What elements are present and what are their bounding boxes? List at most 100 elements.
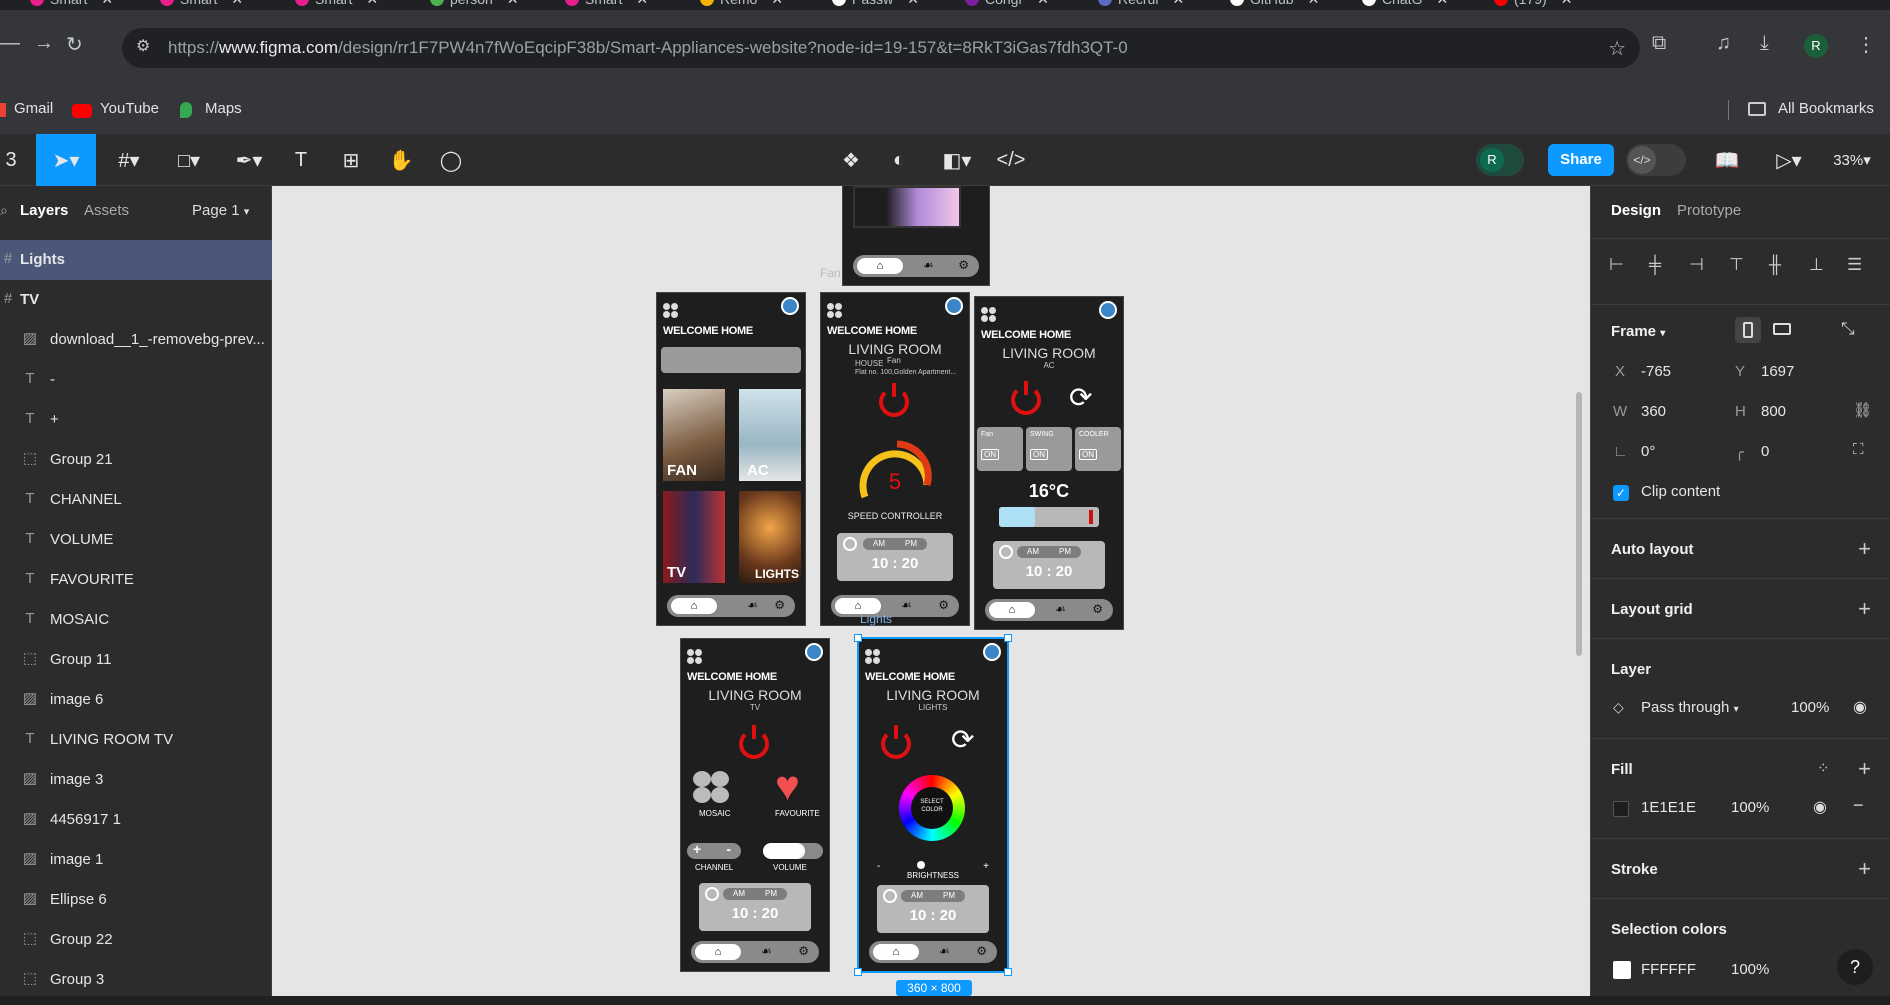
layer-row[interactable]: # TV bbox=[0, 280, 272, 320]
back-icon[interactable]: — bbox=[0, 32, 20, 55]
ampm-toggle[interactable]: AM PM bbox=[723, 888, 787, 900]
selection-color-opacity[interactable]: 100% bbox=[1731, 961, 1769, 978]
frame-tool[interactable]: #▾ bbox=[104, 134, 154, 186]
home-icon[interactable]: ⌂ bbox=[873, 944, 919, 960]
heart-icon[interactable]: ♥ bbox=[775, 765, 800, 807]
frame-label-fan[interactable]: Fan bbox=[820, 266, 841, 280]
browser-tab[interactable]: person ✕ bbox=[430, 0, 519, 10]
style-grid-icon[interactable]: ⁘ bbox=[1817, 759, 1830, 777]
site-settings-icon[interactable]: ⚙ bbox=[136, 36, 150, 56]
tile-lights[interactable]: LIGHTS bbox=[739, 491, 801, 583]
add-layout-grid-icon[interactable]: + bbox=[1858, 598, 1871, 620]
layer-row[interactable]: ▨ image 3 bbox=[0, 760, 272, 800]
ampm-toggle[interactable]: AM PM bbox=[863, 538, 927, 550]
extensions-icon[interactable]: ⧉ bbox=[1652, 32, 1666, 55]
frame-tv[interactable]: WELCOME HOME LIVING ROOM TV MOSAIC ♥ FAV… bbox=[680, 638, 830, 972]
refresh-icon[interactable]: ⟳ bbox=[951, 723, 974, 756]
avatar[interactable] bbox=[805, 643, 823, 661]
browser-tab[interactable]: Smart ✕ bbox=[565, 0, 648, 10]
rotation-input[interactable]: 0° bbox=[1641, 443, 1655, 460]
comment-tool[interactable]: ◯ bbox=[434, 134, 468, 186]
frame-label-lights[interactable]: Lights bbox=[860, 612, 892, 626]
align-left-icon[interactable]: ⊢ bbox=[1609, 255, 1624, 275]
browser-tab[interactable]: ChatG ✕ bbox=[1362, 0, 1448, 10]
reload-icon[interactable]: ↻ bbox=[66, 32, 83, 57]
selection-color-swatch[interactable] bbox=[1613, 961, 1631, 979]
add-stroke-icon[interactable]: + bbox=[1858, 858, 1871, 880]
close-tab-icon[interactable]: ✕ bbox=[636, 0, 648, 7]
align-right-icon[interactable]: ⊣ bbox=[1689, 255, 1704, 275]
bookmark-youtube[interactable]: YouTube bbox=[100, 100, 159, 117]
text-tool[interactable]: T bbox=[284, 134, 318, 186]
add-fill-icon[interactable]: + bbox=[1858, 758, 1871, 780]
ac-mode-tile[interactable]: Fan ON bbox=[977, 427, 1023, 471]
browser-tab[interactable]: Recrui ✕ bbox=[1098, 0, 1184, 10]
close-tab-icon[interactable]: ✕ bbox=[907, 0, 919, 7]
layer-row[interactable]: # Lights bbox=[0, 240, 272, 280]
menu-icon[interactable]: ⋮ bbox=[1856, 32, 1876, 57]
browser-tab[interactable]: Congr ✕ bbox=[965, 0, 1049, 10]
power-icon[interactable] bbox=[1011, 381, 1041, 415]
layer-row[interactable]: T + bbox=[0, 400, 272, 440]
timer-box[interactable]: AM PM 10 : 20 bbox=[993, 541, 1105, 589]
add-auto-layout-icon[interactable]: + bbox=[1858, 538, 1871, 560]
color-wheel[interactable]: SELECT COLOR bbox=[899, 775, 965, 841]
layer-row[interactable]: ▨ 4456917 1 bbox=[0, 800, 272, 840]
layer-row[interactable]: T LIVING ROOM TV bbox=[0, 720, 272, 760]
selection-color-hex[interactable]: FFFFFF bbox=[1641, 961, 1696, 978]
shape-tool[interactable]: □▾ bbox=[164, 134, 214, 186]
settings-icon[interactable]: ⚙ bbox=[798, 944, 809, 958]
close-tab-icon[interactable]: ✕ bbox=[1561, 0, 1573, 7]
browser-tab[interactable]: Smart ✕ bbox=[30, 0, 113, 10]
channel-plus[interactable]: + bbox=[693, 841, 701, 857]
layer-row[interactable]: ⬚ Group 21 bbox=[0, 440, 272, 480]
forward-icon[interactable]: → bbox=[34, 32, 54, 55]
profile-avatar[interactable]: R bbox=[1804, 34, 1828, 58]
zoom-menu[interactable]: 33% ▾ bbox=[1824, 134, 1880, 186]
settings-icon[interactable]: ⚙ bbox=[958, 258, 969, 272]
independent-corners-icon[interactable]: ⛶ bbox=[1853, 441, 1864, 458]
devices-icon[interactable]: ☙ bbox=[761, 944, 772, 958]
library-button[interactable]: 📖 bbox=[1710, 134, 1744, 186]
bookmark-star-icon[interactable]: ☆ bbox=[1608, 36, 1626, 61]
menu-grid-icon[interactable] bbox=[981, 307, 997, 323]
ac-mode-tile[interactable]: SWING ON bbox=[1026, 427, 1072, 471]
layer-row[interactable]: ▨ image 1 bbox=[0, 840, 272, 880]
layer-row[interactable]: ⬚ Group 22 bbox=[0, 920, 272, 960]
close-tab-icon[interactable]: ✕ bbox=[1172, 0, 1184, 7]
menu-grid-icon[interactable] bbox=[865, 649, 881, 665]
move-tool[interactable]: ➤▾ bbox=[36, 134, 96, 186]
distribute-icon[interactable]: ☰ bbox=[1847, 255, 1862, 275]
layer-row[interactable]: ▨ download__1_-removebg-prev... bbox=[0, 320, 272, 360]
fill-hex-input[interactable]: 1E1E1E bbox=[1641, 799, 1696, 816]
x-input[interactable]: -765 bbox=[1641, 363, 1671, 380]
align-middle-icon[interactable]: ╫ bbox=[1769, 255, 1781, 275]
bookmark-gmail[interactable]: Gmail bbox=[14, 100, 53, 117]
frame-label[interactable]: Frame ▾ bbox=[1611, 323, 1665, 340]
avatar[interactable] bbox=[1099, 301, 1117, 319]
frame-ac[interactable]: WELCOME HOME LIVING ROOM AC ⟳ 16°C AM PM … bbox=[974, 296, 1124, 630]
avatar[interactable] bbox=[983, 643, 1001, 661]
channel-minus[interactable]: - bbox=[726, 841, 731, 857]
timer-box[interactable]: AM PM 10 : 20 bbox=[877, 885, 989, 933]
home-icon[interactable]: ⌂ bbox=[671, 598, 717, 614]
settings-icon[interactable]: ⚙ bbox=[938, 598, 949, 612]
home-icon[interactable]: ⌂ bbox=[989, 602, 1035, 618]
dev-mode-button[interactable]: </> bbox=[994, 134, 1028, 186]
tile-tv[interactable]: TV bbox=[663, 491, 725, 583]
layer-row[interactable]: ▨ image 6 bbox=[0, 680, 272, 720]
eye-icon[interactable]: ◉ bbox=[1813, 797, 1827, 817]
volume-slider[interactable] bbox=[763, 843, 823, 859]
mask-button[interactable]: ◐ bbox=[882, 134, 916, 186]
pen-tool[interactable]: ✒▾ bbox=[224, 134, 274, 186]
close-tab-icon[interactable]: ✕ bbox=[366, 0, 378, 7]
frame-top-cropped[interactable]: ⌂ ☙ ⚙ bbox=[842, 186, 990, 286]
constrain-proportions-icon[interactable]: ⛓ bbox=[1853, 401, 1872, 419]
hand-tool[interactable]: ✋ bbox=[384, 134, 418, 186]
close-tab-icon[interactable]: ✕ bbox=[101, 0, 113, 7]
align-top-icon[interactable]: ⊤ bbox=[1729, 255, 1744, 275]
align-center-icon[interactable]: ╪ bbox=[1649, 255, 1661, 275]
devices-icon[interactable]: ☙ bbox=[901, 598, 912, 612]
search-icon[interactable]: ⌕ bbox=[0, 202, 8, 219]
browser-tab[interactable]: Remo ✕ bbox=[700, 0, 783, 10]
